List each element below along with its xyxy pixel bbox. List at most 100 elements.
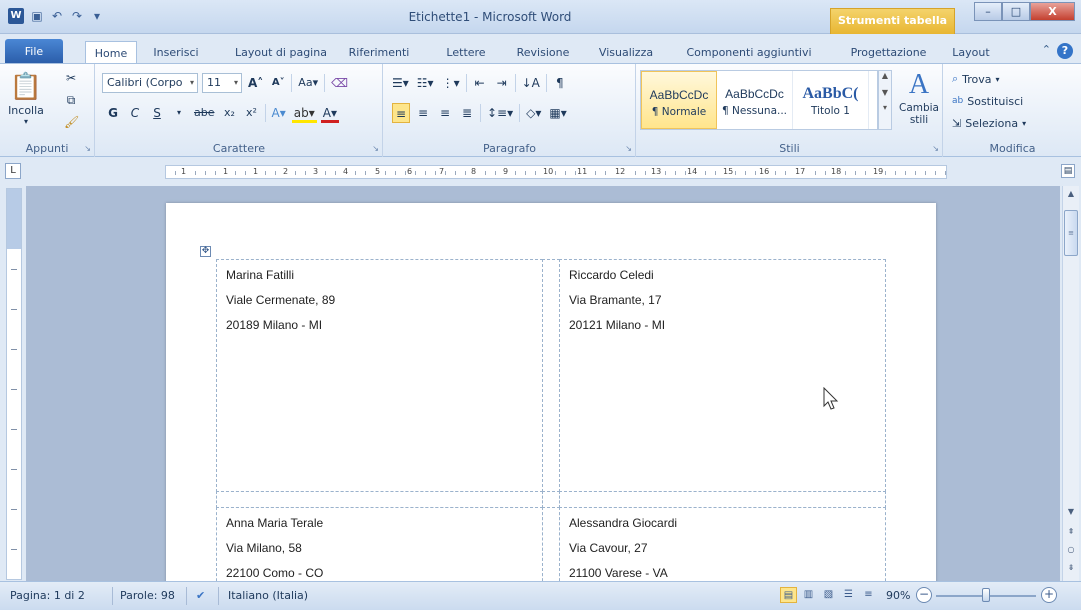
clipboard-launcher-icon[interactable]: ↘: [84, 144, 91, 153]
font-name-select[interactable]: Calibri (Corpo ▾: [102, 73, 198, 93]
italic-button[interactable]: C: [126, 103, 144, 123]
ruler-tick: [11, 509, 17, 510]
language-indicator[interactable]: Italiano (Italia): [228, 589, 308, 602]
sort-icon[interactable]: ↓A: [520, 73, 542, 93]
clear-formatting-icon[interactable]: ⌫: [329, 73, 350, 93]
label-cell[interactable]: Alessandra Giocardi Via Cavour, 27 21100…: [559, 507, 886, 581]
strikethrough-button[interactable]: abe: [192, 103, 217, 123]
highlight-icon[interactable]: ab▾: [291, 103, 317, 123]
numbering-icon[interactable]: ☷▾: [415, 73, 436, 93]
styles-scroll-down-icon[interactable]: ▼: [879, 88, 891, 97]
paste-button[interactable]: 📋 Incolla ▾: [4, 70, 48, 126]
browse-object-icon[interactable]: ○: [1063, 542, 1079, 558]
shrink-font-icon[interactable]: A˅: [269, 73, 287, 93]
tab-file[interactable]: File: [5, 39, 63, 64]
font-size-select[interactable]: 11 ▾: [202, 73, 242, 93]
draft-view-icon[interactable]: ≡: [860, 587, 877, 603]
multilevel-list-icon[interactable]: ⋮▾: [440, 73, 462, 93]
outline-view-icon[interactable]: ☰: [840, 587, 857, 603]
styles-scroll[interactable]: ▲ ▼ ▾: [878, 70, 892, 130]
zoom-out-icon[interactable]: −: [916, 587, 932, 603]
maximize-button[interactable]: □: [1002, 2, 1030, 21]
style-heading-1[interactable]: AaBbC( Titolo 1: [793, 71, 869, 129]
format-painter-icon[interactable]: 🖌: [62, 112, 81, 132]
borders-icon[interactable]: ▦▾: [547, 103, 568, 123]
tab-layout[interactable]: Layout: [946, 41, 996, 64]
find-button[interactable]: ⌕ Trova ▾: [952, 68, 1000, 90]
superscript-icon[interactable]: x²: [243, 103, 261, 123]
change-case-icon[interactable]: Aa▾: [296, 73, 320, 93]
tab-review[interactable]: Revisione: [508, 41, 578, 64]
underline-button[interactable]: S: [148, 103, 166, 123]
document-page[interactable]: ✥ Marina Fatilli Viale Cermenate, 89 201…: [166, 203, 936, 581]
vertical-ruler[interactable]: [6, 188, 22, 580]
tab-references[interactable]: Riferimenti: [338, 41, 420, 64]
page-count[interactable]: Pagina: 1 di 2: [10, 589, 85, 602]
change-styles-button[interactable]: A Cambia stili: [897, 68, 941, 126]
vertical-scrollbar[interactable]: ▲ ≡ ▼ ⇞ ○ ⇟: [1062, 186, 1079, 581]
label-cell[interactable]: Riccardo Celedi Via Bramante, 17 20121 M…: [559, 259, 886, 492]
web-layout-icon[interactable]: ▧: [820, 587, 837, 603]
replace-button[interactable]: ab Sostituisci: [952, 90, 1023, 112]
font-launcher-icon[interactable]: ↘: [372, 144, 379, 153]
justify-icon[interactable]: ≣: [458, 103, 476, 123]
cut-icon[interactable]: ✂: [62, 68, 80, 88]
label-cell[interactable]: Anna Maria Terale Via Milano, 58 22100 C…: [216, 507, 543, 581]
tab-home[interactable]: Home: [85, 41, 137, 65]
previous-page-icon[interactable]: ⇞: [1063, 524, 1079, 540]
change-styles-label: Cambia stili: [898, 102, 939, 126]
next-page-icon[interactable]: ⇟: [1063, 560, 1079, 576]
paragraph-group: ☰▾ ☷▾ ⋮▾ ⇤ ⇥ ↓A ¶ ≡ ≡ ≡ ≣ ↕≡▾ ◇▾ ▦▾ Para…: [384, 64, 636, 157]
tab-page-layout[interactable]: Layout di pagina: [226, 41, 336, 64]
style-normal[interactable]: AaBbCcDc ¶ Normale: [641, 71, 717, 129]
zoom-slider-thumb[interactable]: [982, 588, 990, 602]
zoom-in-icon[interactable]: +: [1041, 587, 1057, 603]
view-ruler-icon[interactable]: ▤: [1061, 164, 1075, 178]
scroll-up-icon[interactable]: ▲: [1063, 186, 1079, 202]
horizontal-ruler[interactable]: 1 1 1 2 3 4 5 6 7 8 9 10 11 12 13 14 15 …: [165, 165, 947, 179]
scroll-down-icon[interactable]: ▼: [1063, 504, 1079, 520]
select-button[interactable]: ⇲ Seleziona ▾: [952, 112, 1026, 134]
styles-launcher-icon[interactable]: ↘: [932, 144, 939, 153]
label-cell[interactable]: Marina Fatilli Viale Cermenate, 89 20189…: [216, 259, 543, 492]
subscript-icon[interactable]: x₂: [221, 103, 239, 123]
styles-more-icon[interactable]: ▾: [879, 103, 891, 112]
minimize-button[interactable]: –: [974, 2, 1002, 21]
minimize-ribbon-icon[interactable]: ⌃: [1042, 43, 1051, 56]
increase-indent-icon[interactable]: ⇥: [493, 73, 511, 93]
size-dropdown-icon: ▾: [233, 78, 238, 87]
word-count[interactable]: Parole: 98: [120, 589, 175, 602]
line-spacing-icon[interactable]: ↕≡▾: [485, 103, 515, 123]
proofing-icon[interactable]: ✔: [196, 589, 205, 602]
help-icon[interactable]: ?: [1057, 43, 1073, 59]
table-move-handle-icon[interactable]: ✥: [200, 246, 211, 257]
shading-icon[interactable]: ◇▾: [524, 103, 543, 123]
tab-selector-icon[interactable]: L: [5, 163, 21, 179]
paragraph-launcher-icon[interactable]: ↘: [625, 144, 632, 153]
bullets-icon[interactable]: ☰▾: [390, 73, 411, 93]
grow-font-icon[interactable]: A˄: [246, 73, 265, 93]
scrollbar-thumb[interactable]: ≡: [1064, 210, 1078, 256]
zoom-level[interactable]: 90%: [886, 589, 910, 602]
font-color-icon[interactable]: A▾: [320, 103, 339, 123]
tab-design[interactable]: Progettazione: [836, 41, 941, 64]
bold-button[interactable]: G: [104, 103, 122, 123]
align-left-icon[interactable]: ≡: [392, 103, 410, 123]
ruler-number: 6: [406, 166, 414, 178]
copy-icon[interactable]: ⧉: [62, 90, 80, 110]
close-button[interactable]: X: [1030, 2, 1075, 21]
show-formatting-icon[interactable]: ¶: [551, 73, 569, 93]
decrease-indent-icon[interactable]: ⇤: [471, 73, 489, 93]
tab-mailings[interactable]: Lettere: [437, 41, 495, 64]
align-center-icon[interactable]: ≡: [414, 103, 432, 123]
print-layout-view-icon[interactable]: ▤: [780, 587, 797, 603]
style-no-spacing[interactable]: AaBbCcDc ¶ Nessuna...: [717, 71, 793, 129]
tab-view[interactable]: Visualizza: [591, 41, 661, 64]
underline-dropdown-icon[interactable]: ▾: [170, 103, 188, 123]
styles-scroll-up-icon[interactable]: ▲: [879, 71, 891, 80]
full-screen-reading-icon[interactable]: ▥: [800, 587, 817, 603]
align-right-icon[interactable]: ≡: [436, 103, 454, 123]
tab-insert[interactable]: Inserisci: [143, 41, 209, 64]
text-effects-icon[interactable]: A▾: [270, 103, 288, 123]
tab-add-ins[interactable]: Componenti aggiuntivi: [676, 41, 822, 64]
